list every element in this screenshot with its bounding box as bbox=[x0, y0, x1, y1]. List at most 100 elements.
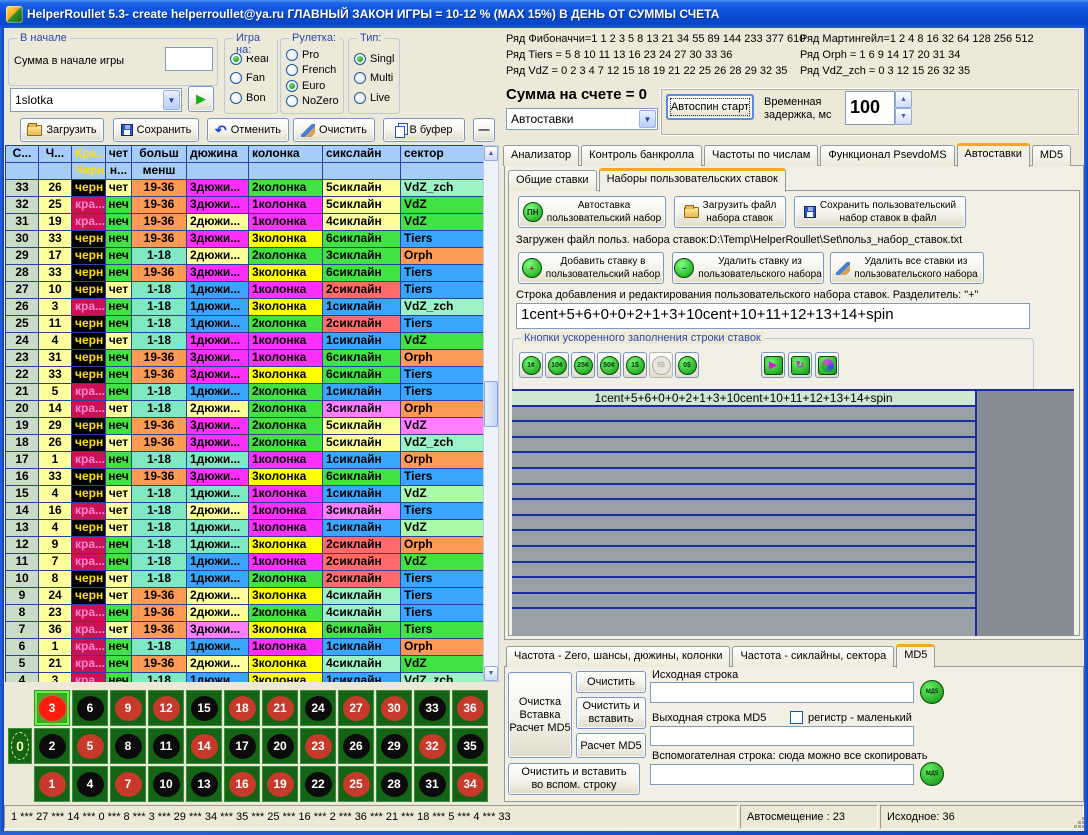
roulette-cell-31[interactable]: 31 bbox=[414, 766, 450, 802]
bets-list-empty-row[interactable] bbox=[512, 485, 975, 501]
add-bet-button[interactable]: + Добавить ставку в пользовательский наб… bbox=[518, 252, 664, 284]
table-row[interactable]: 521кра...неч19-362дюжи...3колонка4сиклай… bbox=[6, 656, 483, 673]
md5-source-icon[interactable]: МД5 bbox=[920, 680, 944, 704]
scrollbar-thumb[interactable] bbox=[484, 381, 498, 427]
bets-list-empty-row[interactable] bbox=[512, 453, 975, 469]
table-row[interactable]: 2833черннеч19-363дюжи...3колонка6сиклайн… bbox=[6, 265, 483, 282]
table-row[interactable]: 2710чернчет1-181дюжи...1колонка2сиклайнT… bbox=[6, 282, 483, 299]
table-row[interactable]: 129кра...неч1-181дюжи...3колонка2сиклайн… bbox=[6, 537, 483, 554]
roulette-cell-23[interactable]: 23 bbox=[300, 728, 336, 764]
history-table[interactable]: С...Ч...Кра...четбольшдюжинаколонкасиксл… bbox=[5, 145, 483, 682]
roulette-cell-25[interactable]: 25 bbox=[338, 766, 374, 802]
tab-анализатор[interactable]: Анализатор bbox=[503, 145, 579, 166]
roulette-cell-15[interactable]: 15 bbox=[186, 690, 222, 726]
roulette-cell-24[interactable]: 24 bbox=[300, 690, 336, 726]
clear-button[interactable]: Очистить bbox=[293, 118, 375, 142]
collapse-button[interactable]: — bbox=[473, 118, 495, 142]
table-row[interactable]: 1633черннеч19-363дюжи...3колонка6сиклайн… bbox=[6, 469, 483, 486]
chip-0d[interactable]: 0$ bbox=[675, 352, 699, 378]
chevron-down-icon[interactable]: ▼ bbox=[163, 90, 180, 110]
md5-aux-icon[interactable]: МД5 bbox=[920, 762, 944, 786]
roulette-cell-32[interactable]: 32 bbox=[414, 728, 450, 764]
table-row[interactable]: 61кра...неч1-181дюжи...1колонка1сиклайнO… bbox=[6, 639, 483, 656]
load-set-file-button[interactable]: Загрузить файл набора ставок bbox=[674, 196, 786, 228]
table-row[interactable]: 1416кра...чет1-182дюжи...1колонка3сиклай… bbox=[6, 503, 483, 520]
table-row[interactable]: 3326чернчет19-363дюжи...2колонка5сиклайн… bbox=[6, 180, 483, 197]
roulette-cell-26[interactable]: 26 bbox=[338, 728, 374, 764]
scroll-down-icon[interactable]: ▼ bbox=[484, 666, 498, 681]
spinner-up-icon[interactable]: ▲ bbox=[895, 91, 912, 108]
table-row[interactable]: 736кра...чет19-363дюжи...3колонка6сиклай… bbox=[6, 622, 483, 639]
chip-25c[interactable]: 25¢ bbox=[571, 352, 595, 378]
roulette-cell-33[interactable]: 33 bbox=[414, 690, 450, 726]
radio-fan[interactable]: Fan bbox=[230, 72, 273, 84]
remove-all-bets-button[interactable]: Удалить все ставки из пользовательского … bbox=[830, 252, 984, 284]
table-row[interactable]: 1929черннеч19-363дюжи...2колонка5сиклайн… bbox=[6, 418, 483, 435]
radio-euro[interactable]: Euro bbox=[286, 80, 339, 92]
roulette-cell-8[interactable]: 8 bbox=[110, 728, 146, 764]
roulette-cell-5[interactable]: 5 bbox=[72, 728, 108, 764]
bets-list-item[interactable]: 1cent+5+6+0+0+2+1+3+10cent+10+11+12+13+1… bbox=[512, 391, 975, 407]
md5-calc-button[interactable]: Расчет MD5 bbox=[576, 733, 646, 758]
bets-list-empty-row[interactable] bbox=[512, 578, 975, 594]
action-play-button[interactable]: ▶ bbox=[761, 352, 785, 378]
roulette-cell-6[interactable]: 6 bbox=[72, 690, 108, 726]
roulette-cell-27[interactable]: 27 bbox=[338, 690, 374, 726]
roulette-cell-17[interactable]: 17 bbox=[224, 728, 260, 764]
table-row[interactable]: 171кра...неч1-181дюжи...1колонка1сиклайн… bbox=[6, 452, 483, 469]
md5-big-button[interactable]: Очистка Вставка Расчет MD5 bbox=[508, 672, 572, 758]
table-row[interactable]: 108чернчет1-181дюжи...2колонка2сиклайнTi… bbox=[6, 571, 483, 588]
chip-1d[interactable]: 1$ bbox=[623, 352, 647, 378]
roulette-cell-22[interactable]: 22 bbox=[300, 766, 336, 802]
table-row[interactable]: 2233черннеч19-363дюжи...3колонка6сиклайн… bbox=[6, 367, 483, 384]
table-row[interactable]: 3033черннеч19-363дюжи...3колонка6сиклайн… bbox=[6, 231, 483, 248]
undo-button[interactable]: ↶Отменить bbox=[207, 118, 289, 142]
bets-list-empty-row[interactable] bbox=[512, 407, 975, 423]
bets-list-empty-row[interactable] bbox=[512, 594, 975, 610]
bets-list-empty-row[interactable] bbox=[512, 531, 975, 547]
bets-list-empty-row[interactable] bbox=[512, 422, 975, 438]
tab-частота-zero-шансы-дюжины-колонки[interactable]: Частота - Zero, шансы, дюжины, колонки bbox=[506, 646, 730, 667]
table-row[interactable]: 215кра...неч1-181дюжи...2колонка1сиклайн… bbox=[6, 384, 483, 401]
buffer-button[interactable]: В буфер bbox=[383, 118, 465, 142]
roulette-cell-35[interactable]: 35 bbox=[452, 728, 488, 764]
radio-singl[interactable]: Singl bbox=[354, 53, 395, 65]
autobet-button[interactable]: ПН Автоставка пользовательский набор bbox=[518, 196, 666, 228]
md5-case-checkbox[interactable] bbox=[790, 711, 803, 724]
roulette-cell-0[interactable]: 0 bbox=[8, 728, 32, 764]
bets-list-empty-row[interactable] bbox=[512, 563, 975, 579]
md5-clear-paste-aux-button[interactable]: Очистить и вставить во вспом. строку bbox=[508, 763, 640, 795]
roulette-cell-10[interactable]: 10 bbox=[148, 766, 184, 802]
radio-pro[interactable]: Pro bbox=[286, 49, 339, 61]
spinner-down-icon[interactable]: ▼ bbox=[895, 108, 912, 125]
radio-french[interactable]: French bbox=[286, 64, 339, 76]
tab-md5[interactable]: MD5 bbox=[1032, 145, 1071, 166]
table-row[interactable]: 1826чернчет19-363дюжи...2колонка5сиклайн… bbox=[6, 435, 483, 452]
save-button[interactable]: Сохранить bbox=[113, 118, 199, 142]
roulette-cell-19[interactable]: 19 bbox=[262, 766, 298, 802]
table-row[interactable]: 2331черннеч19-363дюжи...1колонка6сиклайн… bbox=[6, 350, 483, 367]
scroll-up-icon[interactable]: ▲ bbox=[484, 146, 498, 161]
table-row[interactable]: 2511черннеч1-181дюжи...2колонка2сиклайнT… bbox=[6, 316, 483, 333]
roulette-cell-16[interactable]: 16 bbox=[224, 766, 260, 802]
table-scrollbar[interactable]: ▲ ▼ bbox=[483, 145, 499, 682]
roulette-cell-29[interactable]: 29 bbox=[376, 728, 412, 764]
autospin-button[interactable]: Автоспин старт bbox=[666, 94, 754, 120]
tab-общие-ставки[interactable]: Общие ставки bbox=[508, 170, 597, 191]
bets-list-empty-row[interactable] bbox=[512, 500, 975, 516]
bets-list-empty-row[interactable] bbox=[512, 516, 975, 532]
start-sum-input[interactable] bbox=[165, 47, 213, 71]
md5-source-input[interactable] bbox=[650, 682, 914, 703]
save-set-file-button[interactable]: Сохранить пользовательский набор ставок … bbox=[794, 196, 966, 228]
tab-md5[interactable]: MD5 bbox=[896, 644, 935, 668]
tab-частота-сиклайны-сектора[interactable]: Частота - сиклайны, сектора bbox=[732, 646, 894, 667]
chip-50c[interactable]: 50¢ bbox=[597, 352, 621, 378]
load-button[interactable]: Загрузить bbox=[20, 118, 104, 142]
table-row[interactable]: 244чернчет1-181дюжи...1колонка1сиклайнVd… bbox=[6, 333, 483, 350]
delay-input[interactable]: 100 bbox=[845, 91, 895, 125]
start-play-button[interactable]: ▶ bbox=[188, 86, 214, 112]
radio-live[interactable]: Live bbox=[354, 92, 395, 104]
bets-list-empty-row[interactable] bbox=[512, 469, 975, 485]
chip-10c[interactable]: 10¢ bbox=[545, 352, 569, 378]
roulette-cell-13[interactable]: 13 bbox=[186, 766, 222, 802]
